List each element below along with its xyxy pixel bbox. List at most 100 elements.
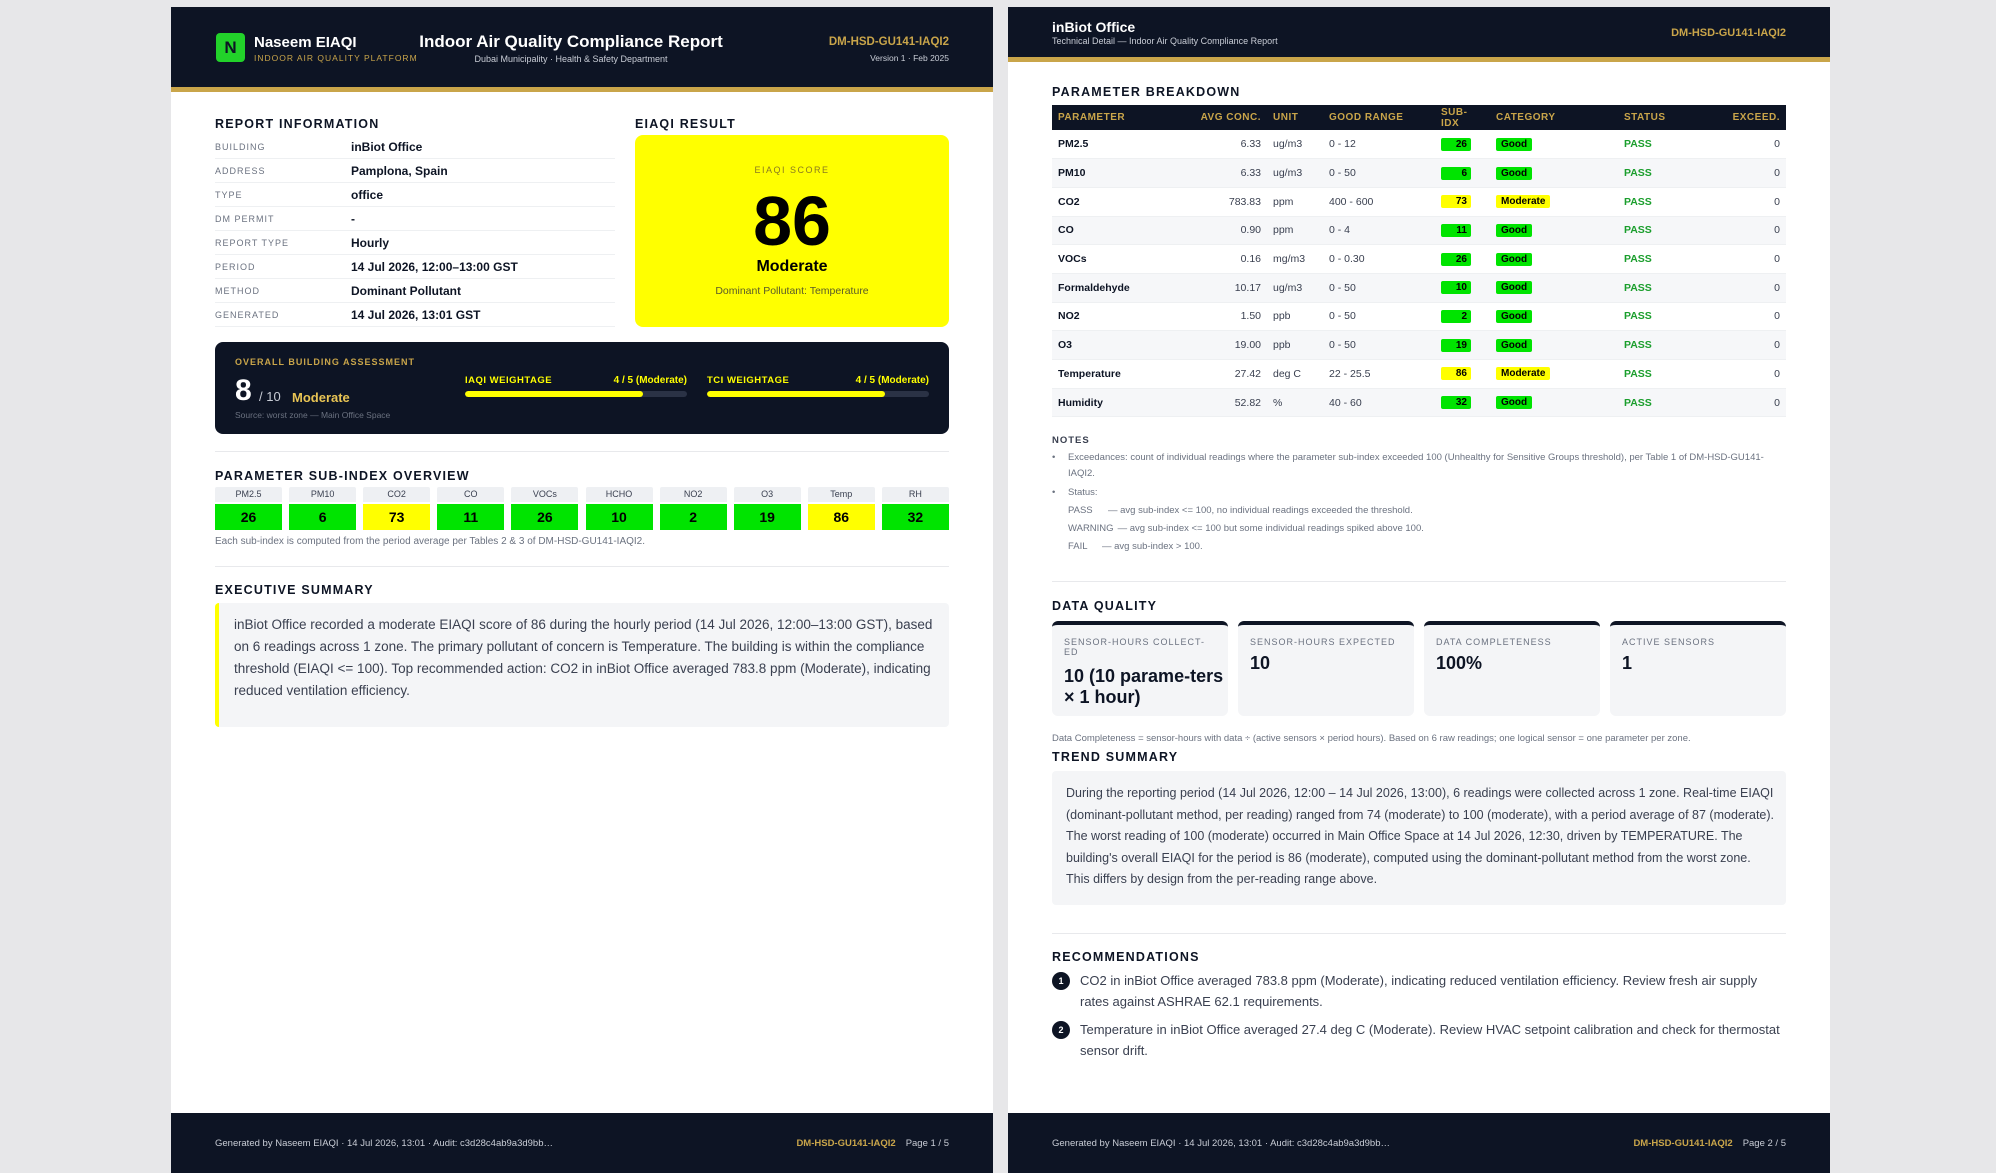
logo-icon: N: [216, 33, 245, 62]
unit: ug/m3: [1267, 158, 1323, 188]
recommendation-text: CO2 in inBiot Office averaged 783.8 ppm …: [1080, 973, 1758, 1009]
category-cell: Good: [1490, 273, 1618, 303]
dq-card-sensor-hours-expected: SENSOR-HOURS EXPECTED 10: [1238, 621, 1414, 716]
dq-value: 1: [1622, 653, 1633, 673]
status: PASS: [1618, 158, 1706, 188]
status: PASS: [1618, 359, 1706, 389]
info-row: DM PERMIT -: [215, 207, 615, 231]
trend-summary-box: During the reporting period (14 Jul 2026…: [1052, 771, 1786, 905]
sub-index-cell: 19: [1435, 330, 1490, 360]
trend-summary-title: TREND SUMMARY: [1052, 750, 1179, 764]
category-badge: Good: [1496, 137, 1533, 151]
info-value: -: [351, 212, 355, 226]
dq-label: DATA COMPLETENESS: [1436, 637, 1552, 647]
sub-index-cell: PM10 6: [289, 487, 357, 531]
sub-index-cell: 11: [1435, 216, 1490, 246]
footer-code: DM-HSD-GU141-IAQI2: [796, 1138, 896, 1149]
info-row: ADDRESS Pamplona, Spain: [215, 159, 615, 183]
parameter-name: O3: [1052, 330, 1187, 360]
page-footer: Generated by Naseem EIAQI · 14 Jul 2026,…: [171, 1113, 993, 1173]
exceedances: 0: [1706, 388, 1786, 418]
brand-subtitle: INDOOR AIR QUALITY PLATFORM: [254, 53, 418, 63]
status-key: WARNING: [1068, 523, 1114, 534]
overall-assessment-panel: OVERALL BUILDING ASSESSMENT 8 / 10 Moder…: [215, 342, 949, 434]
building-title: inBiot Office: [1052, 19, 1136, 35]
column-header: EXCEED.: [1706, 105, 1786, 130]
eiaqi-category: Moderate: [756, 258, 828, 275]
parameter-name: CO2: [1052, 187, 1187, 217]
unit: ppm: [1267, 216, 1323, 246]
good-range: 40 - 60: [1323, 388, 1435, 418]
parameter-breakdown-title: PARAMETER BREAKDOWN: [1052, 85, 1241, 99]
avg-concentration: 27.42: [1187, 359, 1267, 389]
avg-concentration: 0.16: [1187, 244, 1267, 274]
sub-index-badge: 6: [1441, 166, 1471, 180]
exceedances: 0: [1706, 330, 1786, 360]
sub-index-badge: 11: [1441, 223, 1471, 237]
sub-index-cell: 73: [1435, 187, 1490, 217]
dq-label: ACTIVE SENSORS: [1622, 637, 1716, 647]
info-label: PERIOD: [215, 262, 256, 272]
report-info-title: REPORT INFORMATION: [215, 117, 380, 131]
category-cell: Good: [1490, 244, 1618, 274]
sub-index-badge: 86: [1441, 367, 1471, 381]
overall-score-denominator: / 10: [259, 389, 281, 404]
report-title: Indoor Air Quality Compliance Report: [419, 32, 723, 51]
exceedances: 0: [1706, 273, 1786, 303]
sub-index-cell: RH 32: [881, 487, 949, 531]
good-range: 0 - 0.30: [1323, 244, 1435, 274]
exceedances: 0: [1706, 302, 1786, 332]
sub-index-badge: 32: [1441, 396, 1471, 410]
good-range: 0 - 50: [1323, 273, 1435, 303]
info-value: Hourly: [351, 236, 390, 250]
weightage-value: 4 / 5 (Moderate): [855, 375, 929, 386]
sub-index-badge: 2: [1441, 309, 1471, 323]
page-header: N Naseem EIAQI INDOOR AIR QUALITY PLATFO…: [171, 7, 993, 92]
unit: deg C: [1267, 359, 1323, 389]
recommendations-title: RECOMMENDATIONS: [1052, 950, 1200, 964]
sub-index-cell: HCHO 10: [585, 487, 653, 531]
footer-page-number: Page 2 / 5: [1742, 1138, 1786, 1149]
status: PASS: [1618, 273, 1706, 303]
dq-card-data-completeness: DATA COMPLETENESS 100%: [1424, 621, 1600, 716]
table-header-row: PARAMETER AVG CONC. UNIT GOOD RANGE SUB-…: [1052, 105, 1786, 130]
sub-index-value: 73: [363, 504, 431, 530]
note-bullet: •: [1052, 452, 1056, 463]
sub-index-cell: PM2.5 26: [215, 487, 282, 531]
table-row: CO 0.90 ppm 0 - 4 11 Good PASS 0: [1052, 216, 1786, 246]
unit: %: [1267, 388, 1323, 418]
unit: ppm: [1267, 187, 1323, 217]
category-cell: Good: [1490, 130, 1618, 160]
sub-index-cell: 2: [1435, 302, 1490, 332]
info-value: office: [351, 188, 384, 202]
recommendation-text: Temperature in inBiot Office averaged 27…: [1080, 1022, 1780, 1058]
status: PASS: [1618, 130, 1706, 160]
column-header: GOOD RANGE: [1323, 105, 1435, 130]
column-header: PARAMETER: [1052, 105, 1187, 130]
recommendation-number: 2: [1052, 1021, 1070, 1039]
category-cell: Good: [1490, 158, 1618, 188]
category-badge: Good: [1496, 166, 1533, 180]
exceedances: 0: [1706, 130, 1786, 160]
category-badge: Good: [1496, 252, 1533, 266]
footer-page-number: Page 1 / 5: [905, 1138, 949, 1149]
info-row: TYPE office: [215, 183, 615, 207]
sub-index-cell: 32: [1435, 388, 1490, 418]
column-header: SUB-IDX: [1435, 105, 1490, 130]
table-row: PM10 6.33 ug/m3 0 - 50 6 Good PASS 0: [1052, 158, 1786, 188]
sub-index-name: CO2: [363, 487, 431, 502]
info-value: 14 Jul 2026, 12:00–13:00 GST: [351, 260, 518, 274]
status-key: FAIL: [1068, 541, 1088, 552]
dq-value: 10: [1250, 653, 1271, 673]
info-value: 14 Jul 2026, 13:01 GST: [351, 308, 481, 322]
info-label: TYPE: [215, 190, 243, 200]
sub-index-note: Each sub-index is computed from the peri…: [215, 536, 646, 547]
info-value: Pamplona, Spain: [351, 164, 448, 178]
sub-index-cell: Temp 86: [807, 487, 875, 531]
sub-index-name: RH: [881, 487, 949, 502]
exceedances: 0: [1706, 216, 1786, 246]
section-divider: [1052, 933, 1786, 934]
avg-concentration: 19.00: [1187, 330, 1267, 360]
good-range: 0 - 50: [1323, 330, 1435, 360]
parameter-name: Formaldehyde: [1052, 273, 1187, 303]
